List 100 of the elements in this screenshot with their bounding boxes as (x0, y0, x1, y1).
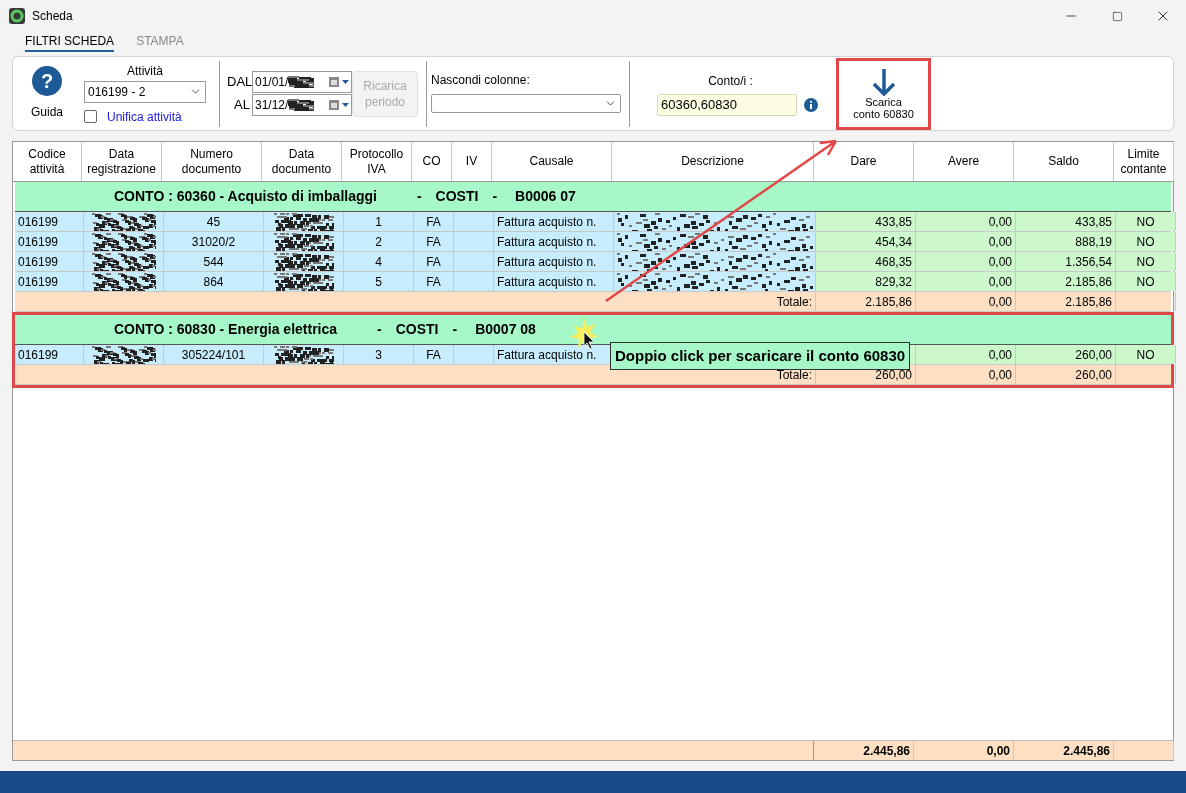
grand-total: 0,00 (914, 741, 1014, 760)
table-cell: 1 (344, 212, 414, 231)
total-label: Totale: (15, 292, 816, 311)
column-header[interactable]: Data documento (262, 142, 342, 181)
table-cell: 0,00 (916, 212, 1016, 231)
table-cell: 016199 (15, 212, 84, 231)
table-row[interactable]: 016199 45 1 FA Fattura acquisto n. 433,85 0,00 433,85 NO (15, 212, 1171, 232)
table-cell: Fattura acquisto n. (494, 272, 614, 291)
date-label: AL (233, 96, 250, 115)
grand-total: 2.445,86 (814, 741, 914, 760)
table-cell: 888,19 (1016, 232, 1116, 251)
window-title: Scheda (32, 8, 73, 25)
redacted-drawing (273, 252, 334, 271)
calendar-icon (328, 77, 350, 87)
table-cell: NO (1116, 345, 1176, 364)
column-header[interactable]: Limite contante (1114, 142, 1174, 181)
group-heading: - (451, 320, 458, 339)
table-cell: FA (414, 272, 454, 291)
hide-columns-dropdown[interactable] (431, 94, 621, 113)
activity-dropdown[interactable]: 016199 - 2 (84, 80, 206, 103)
down-arrow-icon (871, 67, 896, 96)
group-row[interactable]: CONTO : 60830 - Energia elettrica - COSTI - B0007 08 (15, 315, 1171, 345)
group-heading: CONTO : 60830 - Energia elettrica (113, 320, 338, 339)
table-cell: NO (1116, 232, 1176, 251)
table-cell: 0,00 (916, 252, 1016, 271)
group-heading: - (491, 187, 498, 206)
help-button[interactable]: ? (32, 66, 62, 96)
table-cell: NO (1116, 272, 1176, 291)
table-cell: 433,85 (816, 212, 916, 231)
redacted-drawing (91, 232, 156, 251)
redacted-drawing (273, 272, 334, 291)
column-header[interactable]: Avere (914, 142, 1014, 181)
date-label: DAL (227, 73, 250, 92)
column-header[interactable]: Dare (814, 142, 914, 181)
table-cell: 2 (344, 232, 414, 251)
app-logo-icon (9, 8, 25, 24)
table-cell: 864 (164, 272, 264, 291)
table-cell: 454,34 (816, 232, 916, 251)
table-cell: 016199 (15, 232, 84, 251)
table-cell: 5 (344, 272, 414, 291)
info-icon[interactable] (804, 97, 818, 112)
table-row[interactable]: 016199 31020/2 2 FA Fattura acquisto n. 454,34 0,00 888,19 NO (15, 232, 1171, 252)
table-cell: NO (1116, 212, 1176, 231)
column-header[interactable]: Codice attività (13, 142, 82, 181)
column-header[interactable]: Descrizione (612, 142, 814, 181)
table-row[interactable]: 016199 864 5 FA Fattura acquisto n. 829,32 0,00 2.185,86 NO (15, 272, 1171, 292)
table-cell (454, 232, 494, 251)
column-header[interactable]: Protocollo IVA (342, 142, 412, 181)
date-field[interactable]: 01/01/ (252, 71, 352, 93)
accounts-field[interactable]: 60360,60830 (657, 93, 797, 116)
table-cell: NO (1116, 252, 1176, 271)
column-header[interactable]: Saldo (1014, 142, 1114, 181)
table-row[interactable]: 016199 544 4 FA Fattura acquisto n. 468,35 0,00 1.356,54 NO (15, 252, 1171, 272)
table-cell: 0,00 (916, 292, 1016, 311)
redacted-drawing (91, 212, 156, 231)
redacted-drawing (91, 272, 156, 291)
column-header[interactable]: Causale (492, 142, 612, 181)
group-heading: B0006 07 (514, 187, 576, 206)
table-cell: 544 (164, 252, 264, 271)
redacted-drawing (91, 252, 156, 271)
table-cell: FA (414, 345, 454, 364)
table-cell: 305224/101 (164, 345, 264, 364)
column-header[interactable]: CO (412, 142, 452, 181)
download-button[interactable]: Scarica conto 60830 (836, 57, 931, 130)
table-cell (454, 212, 494, 231)
unify-checkbox[interactable] (84, 110, 97, 123)
table-cell: FA (414, 252, 454, 271)
group-heading: B0007 08 (474, 320, 536, 339)
table-cell: 016199 (15, 252, 84, 271)
column-header[interactable]: Data registrazione (82, 142, 162, 181)
redacted-drawing (273, 212, 334, 231)
table-cell: 31020/2 (164, 232, 264, 251)
table-cell: 433,85 (1016, 212, 1116, 231)
group-heading: - (415, 187, 422, 206)
table-cell: 45 (164, 212, 264, 231)
table-cell: Fattura acquisto n. (494, 232, 614, 251)
table-cell: 3 (344, 345, 414, 364)
unify-label[interactable]: Unifica attività (107, 107, 182, 126)
table-cell: 016199 (15, 272, 84, 291)
table-cell: 829,32 (816, 272, 916, 291)
group-row[interactable]: CONTO : 60360 - Acquisto di imballaggi - COSTI - B0006 07 (15, 182, 1171, 212)
table-cell: Fattura acquisto n. (494, 252, 614, 271)
date-field[interactable]: 31/12/ (252, 94, 352, 116)
tab[interactable]: FILTRI SCHEDA (25, 32, 115, 52)
help-label: Guida (31, 104, 63, 121)
table-cell: 2.185,86 (1016, 292, 1116, 311)
hide-columns-label: Nascondi colonne: (431, 72, 531, 89)
accounts-label: Conto/i : (708, 72, 753, 90)
column-header[interactable]: Numero documento (162, 142, 262, 181)
table-cell: 2.185,86 (1016, 272, 1116, 291)
group-heading: CONTO : 60360 - Acquisto di imballaggi (113, 187, 377, 206)
table-cell: 1.356,54 (1016, 252, 1116, 271)
activity-label: Attività (127, 62, 163, 80)
table-cell: FA (414, 212, 454, 231)
maximize-icon (1111, 10, 1123, 22)
table-cell (454, 252, 494, 271)
table-cell: 260,00 (1016, 365, 1116, 384)
table-cell: 2.185,86 (816, 292, 916, 311)
table-cell: 016199 (15, 345, 84, 364)
column-header[interactable]: IV (452, 142, 492, 181)
